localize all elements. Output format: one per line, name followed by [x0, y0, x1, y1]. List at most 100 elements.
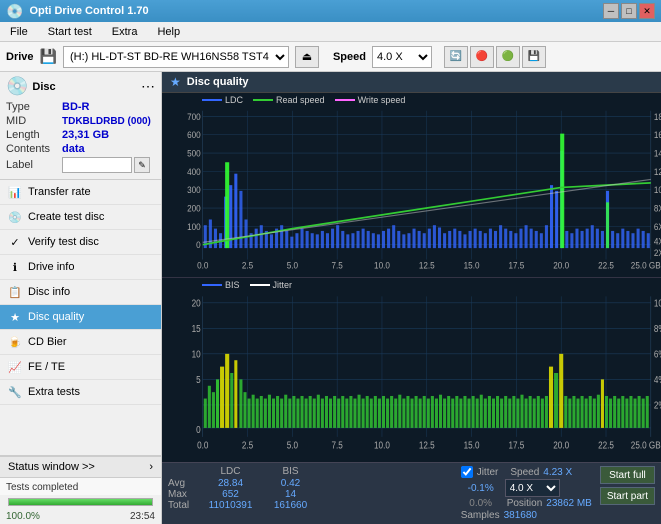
nav-items: 📊 Transfer rate 💿 Create test disc ✓ Ver…	[0, 180, 161, 405]
sidebar-item-extra-tests[interactable]: 🔧 Extra tests	[0, 380, 161, 405]
menu-extra[interactable]: Extra	[106, 24, 144, 40]
drive-info-label: Drive info	[28, 261, 74, 273]
transfer-rate-label: Transfer rate	[28, 186, 91, 198]
disc-header: 💿 Disc ⋯	[6, 76, 155, 97]
sidebar-item-disc-quality[interactable]: ★ Disc quality	[0, 305, 161, 330]
position-label: Position	[507, 498, 543, 509]
refresh-button[interactable]: 🔄	[444, 46, 468, 68]
svg-text:600: 600	[187, 130, 201, 141]
settings-button2[interactable]: 🟢	[496, 46, 520, 68]
svg-text:12X: 12X	[654, 166, 661, 177]
start-part-button[interactable]: Start part	[600, 487, 655, 505]
title-bar: 💿 Opti Drive Control 1.70 ─ □ ✕	[0, 0, 661, 22]
menu-help[interactable]: Help	[151, 24, 186, 40]
disc-contents-value: data	[62, 143, 85, 155]
menu-start-test[interactable]: Start test	[42, 24, 98, 40]
chart-bottom: BIS Jitter	[162, 278, 661, 462]
stats-avg-ldc: 28.84	[198, 478, 263, 489]
jitter-label: Jitter	[273, 280, 293, 290]
disc-length-row: Length 23,31 GB	[6, 129, 155, 141]
svg-text:0: 0	[196, 240, 201, 251]
jitter-color	[250, 284, 270, 286]
svg-text:200: 200	[187, 203, 201, 214]
disc-section: 💿 Disc ⋯ Type BD-R MID TDKBLDRBD (000) L…	[0, 72, 161, 180]
svg-text:10%: 10%	[654, 298, 661, 309]
disc-options-icon[interactable]: ⋯	[141, 78, 155, 95]
progress-percent: 100.0%	[6, 511, 40, 522]
eject-button[interactable]: ⏏	[295, 46, 319, 68]
menu-bar: File Start test Extra Help	[0, 22, 661, 42]
status-window-button[interactable]: Status window >> ›	[0, 456, 161, 477]
minimize-button[interactable]: ─	[603, 3, 619, 19]
svg-text:4X: 4X	[654, 236, 661, 247]
svg-text:8%: 8%	[654, 323, 661, 334]
stats-ldc-header: LDC	[198, 466, 263, 477]
sidebar-item-drive-info[interactable]: ℹ Drive info	[0, 255, 161, 280]
drive-select[interactable]: (H:) HL-DT-ST BD-RE WH16NS58 TST4	[63, 46, 289, 68]
disc-info-icon: 📋	[8, 285, 22, 299]
sidebar-item-verify-test-disc[interactable]: ✓ Verify test disc	[0, 230, 161, 255]
drive-icon: 💾	[40, 48, 57, 65]
drive-info-icon: ℹ	[8, 260, 22, 274]
stats-total-row: Total 11010391 161660	[168, 500, 457, 511]
sidebar-item-create-test-disc[interactable]: 💿 Create test disc	[0, 205, 161, 230]
speed-select[interactable]: 4.0 X	[372, 46, 432, 68]
disc-type-row: Type BD-R	[6, 101, 155, 113]
svg-text:5: 5	[196, 374, 201, 385]
svg-text:15: 15	[192, 323, 201, 334]
stats-avg-bis: 0.42	[263, 478, 318, 489]
svg-text:18X: 18X	[654, 111, 661, 122]
disc-type-value: BD-R	[62, 101, 90, 113]
bis-label: BIS	[225, 280, 240, 290]
sidebar-item-cd-bier[interactable]: 🍺 CD Bier	[0, 330, 161, 355]
stats-bar: LDC BIS Avg 28.84 0.42 Max 652 14	[162, 462, 661, 524]
disc-mid-row: MID TDKBLDRBD (000)	[6, 115, 155, 127]
svg-text:7.5: 7.5	[332, 439, 343, 450]
jitter-checkbox-label: Jitter	[477, 467, 499, 478]
jitter-checkbox[interactable]	[461, 466, 473, 478]
right-panel: ★ Disc quality LDC Read speed	[162, 72, 661, 524]
svg-text:20: 20	[192, 298, 201, 309]
fe-te-label: FE / TE	[28, 361, 65, 373]
disc-label-input[interactable]	[62, 157, 132, 173]
svg-text:5.0: 5.0	[287, 260, 298, 271]
svg-text:2.5: 2.5	[242, 260, 253, 271]
save-button[interactable]: 💾	[522, 46, 546, 68]
read-speed-label: Read speed	[276, 95, 325, 105]
window-controls: ─ □ ✕	[603, 3, 655, 19]
stats-bis-header: BIS	[263, 466, 318, 477]
status-window-label: Status window >>	[8, 461, 95, 473]
sidebar-item-fe-te[interactable]: 📈 FE / TE	[0, 355, 161, 380]
speed-label-stats: Speed	[510, 467, 539, 478]
disc-label-button[interactable]: ✎	[134, 157, 150, 173]
start-full-button[interactable]: Start full	[600, 466, 655, 484]
svg-text:4%: 4%	[654, 374, 661, 385]
stats-max-row: Max 652 14	[168, 489, 457, 500]
speed-label: Speed	[333, 51, 366, 63]
drive-bar: Drive 💾 (H:) HL-DT-ST BD-RE WH16NS58 TST…	[0, 42, 661, 72]
stats-total-label: Total	[168, 500, 198, 511]
drive-toolbar: 🔄 🔴 🟢 💾	[444, 46, 546, 68]
speed-select-stats[interactable]: 4.0 X	[505, 479, 560, 497]
panel-header: ★ Disc quality	[162, 72, 661, 93]
disc-contents-row: Contents data	[6, 143, 155, 155]
sidebar: 💿 Disc ⋯ Type BD-R MID TDKBLDRBD (000) L…	[0, 72, 162, 524]
extra-tests-label: Extra tests	[28, 386, 80, 398]
svg-text:0: 0	[196, 424, 201, 435]
svg-text:700: 700	[187, 111, 201, 122]
close-button[interactable]: ✕	[639, 3, 655, 19]
maximize-button[interactable]: □	[621, 3, 637, 19]
samples-label: Samples	[461, 510, 500, 521]
progress-bar	[8, 498, 153, 506]
app-icon: 💿	[6, 3, 23, 20]
sidebar-item-transfer-rate[interactable]: 📊 Transfer rate	[0, 180, 161, 205]
svg-text:12.5: 12.5	[419, 439, 435, 450]
svg-text:16X: 16X	[654, 130, 661, 141]
svg-text:25.0 GB: 25.0 GB	[631, 439, 661, 450]
menu-file[interactable]: File	[4, 24, 34, 40]
settings-button1[interactable]: 🔴	[470, 46, 494, 68]
svg-text:6X: 6X	[654, 221, 661, 232]
disc-contents-label: Contents	[6, 143, 62, 155]
sidebar-item-disc-info[interactable]: 📋 Disc info	[0, 280, 161, 305]
bis-color	[202, 284, 222, 286]
